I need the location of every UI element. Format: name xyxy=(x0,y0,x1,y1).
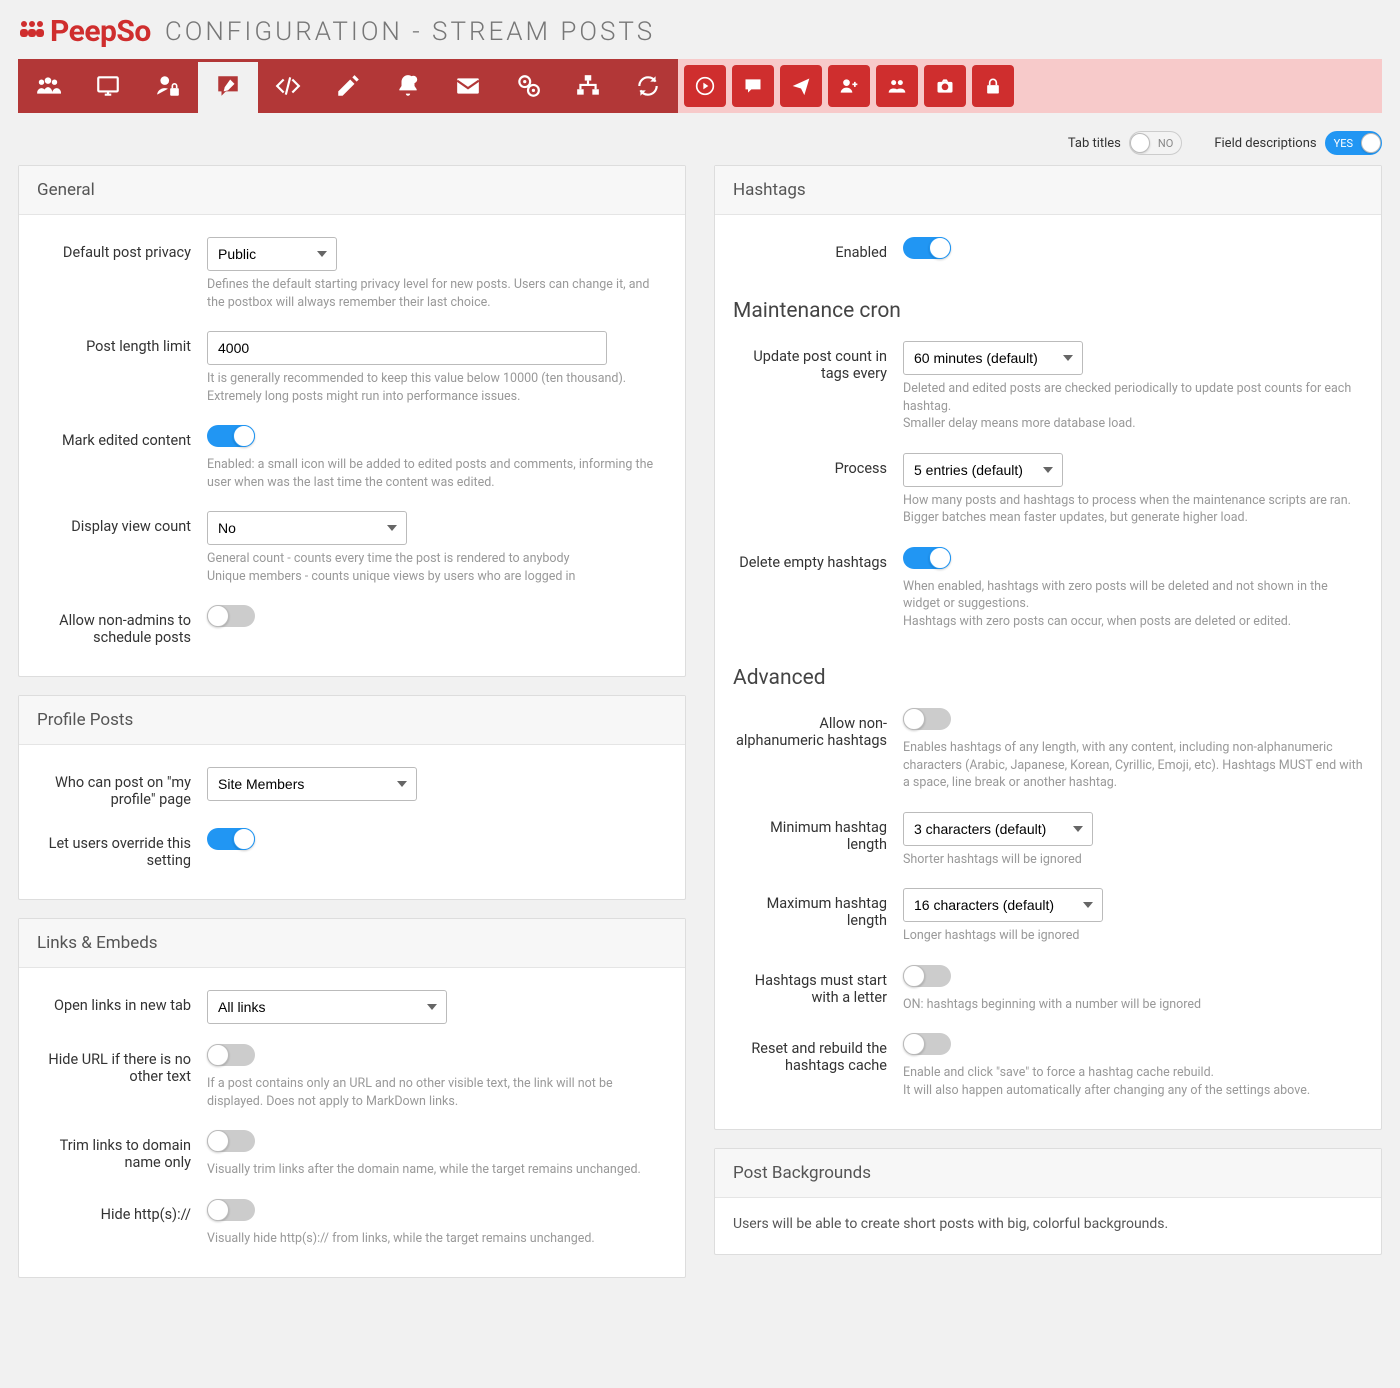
update-every-select[interactable]: 60 minutes (default) xyxy=(903,341,1083,375)
logo: PeepSo xyxy=(18,14,151,49)
enabled-label: Enabled xyxy=(733,237,903,263)
panel-title: Post Backgrounds xyxy=(715,1149,1381,1198)
panel-title: Profile Posts xyxy=(19,696,685,745)
post-length-input[interactable] xyxy=(207,331,607,365)
view-count-select[interactable]: No xyxy=(207,511,407,545)
view-count-label: Display view count xyxy=(37,511,207,585)
hint: Visually trim links after the domain nam… xyxy=(207,1161,667,1179)
nav-members-icon[interactable] xyxy=(18,59,78,113)
mark-edited-toggle[interactable] xyxy=(207,425,255,447)
enabled-toggle[interactable] xyxy=(903,237,951,259)
nav-chat-icon[interactable] xyxy=(732,65,774,107)
nav-stream-posts-icon[interactable] xyxy=(198,59,258,113)
delete-empty-toggle[interactable] xyxy=(903,547,951,569)
panel-hashtags: Hashtags Enabled Maintenance cron Update… xyxy=(714,165,1382,1130)
hint: When enabled, hashtags with zero posts w… xyxy=(903,578,1363,631)
hint: Visually hide http(s):// from links, whi… xyxy=(207,1230,667,1248)
update-every-label: Update post count in tags every xyxy=(733,341,903,433)
hide-proto-toggle[interactable] xyxy=(207,1199,255,1221)
panel-general: General Default post privacy Public Defi… xyxy=(18,165,686,677)
panel-title: Hashtags xyxy=(715,166,1381,215)
panel-title: General xyxy=(19,166,685,215)
nav-mail-icon[interactable] xyxy=(438,59,498,113)
nav-appearance-icon[interactable] xyxy=(78,59,138,113)
min-len-select[interactable]: 3 characters (default) xyxy=(903,812,1093,846)
hint: ON: hashtags beginning with a number wil… xyxy=(903,996,1363,1014)
nav-edit-icon[interactable] xyxy=(318,59,378,113)
who-can-post-select[interactable]: Site Members xyxy=(207,767,417,801)
max-len-select[interactable]: 16 characters (default) xyxy=(903,888,1103,922)
field-descriptions-label: Field descriptions xyxy=(1214,136,1316,151)
hint: Enabled: a small icon will be added to e… xyxy=(207,456,667,491)
nav-user-lock-icon[interactable] xyxy=(138,59,198,113)
logo-icon xyxy=(18,17,46,45)
maintenance-title: Maintenance cron xyxy=(733,275,1363,333)
panel-title: Links & Embeds xyxy=(19,919,685,968)
mark-edited-label: Mark edited content xyxy=(37,425,207,491)
who-can-post-label: Who can post on "my profile" page xyxy=(37,767,207,808)
nav-camera-icon[interactable] xyxy=(924,65,966,107)
nav-refresh-icon[interactable] xyxy=(618,59,678,113)
start-letter-toggle[interactable] xyxy=(903,965,951,987)
delete-empty-label: Delete empty hashtags xyxy=(733,547,903,631)
reset-toggle[interactable] xyxy=(903,1033,951,1055)
start-letter-label: Hashtags must start with a letter xyxy=(733,965,903,1014)
open-new-tab-select[interactable]: All links xyxy=(207,990,447,1024)
hint: How many posts and hashtags to process w… xyxy=(903,492,1363,527)
nav-notifications-icon[interactable] xyxy=(378,59,438,113)
reset-label: Reset and rebuild the hashtags cache xyxy=(733,1033,903,1099)
post-length-label: Post length limit xyxy=(37,331,207,405)
override-toggle[interactable] xyxy=(207,828,255,850)
allow-schedule-label: Allow non-admins to schedule posts xyxy=(37,605,207,646)
default-privacy-label: Default post privacy xyxy=(37,237,207,311)
hint: General count - counts every time the po… xyxy=(207,550,667,585)
default-privacy-select[interactable]: Public xyxy=(207,237,337,271)
backgrounds-intro: Users will be able to create short posts… xyxy=(733,1212,1363,1236)
panel-post-backgrounds: Post Backgrounds Users will be able to c… xyxy=(714,1148,1382,1255)
non-alpha-label: Allow non-alphanumeric hashtags xyxy=(733,708,903,792)
nav-lock-icon[interactable] xyxy=(972,65,1014,107)
hint: Deleted and edited posts are checked per… xyxy=(903,380,1363,433)
nav-code-icon[interactable] xyxy=(258,59,318,113)
nav-send-icon[interactable] xyxy=(780,65,822,107)
min-len-label: Minimum hashtag length xyxy=(733,812,903,869)
top-toggles: Tab titles NO Field descriptions YES xyxy=(18,113,1382,165)
nav-primary xyxy=(18,59,678,113)
hint: It is generally recommended to keep this… xyxy=(207,370,667,405)
nav-video-icon[interactable] xyxy=(684,65,726,107)
hint: Enables hashtags of any length, with any… xyxy=(903,739,1363,792)
nav-settings-icon[interactable] xyxy=(498,59,558,113)
page-title: Configuration - Stream Posts xyxy=(165,17,655,47)
nav-sitemap-icon[interactable] xyxy=(558,59,618,113)
non-alpha-toggle[interactable] xyxy=(903,708,951,730)
hint: Defines the default starting privacy lev… xyxy=(207,276,667,311)
open-new-tab-label: Open links in new tab xyxy=(37,990,207,1024)
page-header: PeepSo Configuration - Stream Posts xyxy=(18,0,1382,59)
hint: Shorter hashtags will be ignored xyxy=(903,851,1363,869)
hint: Enable and click "save" to force a hasht… xyxy=(903,1064,1363,1099)
hide-proto-label: Hide http(s):// xyxy=(37,1199,207,1248)
nav-secondary xyxy=(678,59,1382,113)
hide-url-toggle[interactable] xyxy=(207,1044,255,1066)
process-label: Process xyxy=(733,453,903,527)
allow-schedule-toggle[interactable] xyxy=(207,605,255,627)
top-nav xyxy=(18,59,1382,113)
trim-links-toggle[interactable] xyxy=(207,1130,255,1152)
nav-user-plus-icon[interactable] xyxy=(828,65,870,107)
field-descriptions-toggle[interactable]: YES xyxy=(1325,131,1382,155)
override-label: Let users override this setting xyxy=(37,828,207,869)
logo-text: PeepSo xyxy=(50,14,151,49)
panel-profile-posts: Profile Posts Who can post on "my profil… xyxy=(18,695,686,900)
hint: Longer hashtags will be ignored xyxy=(903,927,1363,945)
tab-titles-label: Tab titles xyxy=(1068,136,1121,151)
trim-links-label: Trim links to domain name only xyxy=(37,1130,207,1179)
hide-url-label: Hide URL if there is no other text xyxy=(37,1044,207,1110)
tab-titles-toggle[interactable]: NO xyxy=(1129,131,1182,155)
nav-group-icon[interactable] xyxy=(876,65,918,107)
max-len-label: Maximum hashtag length xyxy=(733,888,903,945)
process-select[interactable]: 5 entries (default) xyxy=(903,453,1063,487)
hint: If a post contains only an URL and no ot… xyxy=(207,1075,667,1110)
panel-links: Links & Embeds Open links in new tab All… xyxy=(18,918,686,1278)
advanced-title: Advanced xyxy=(733,642,1363,700)
